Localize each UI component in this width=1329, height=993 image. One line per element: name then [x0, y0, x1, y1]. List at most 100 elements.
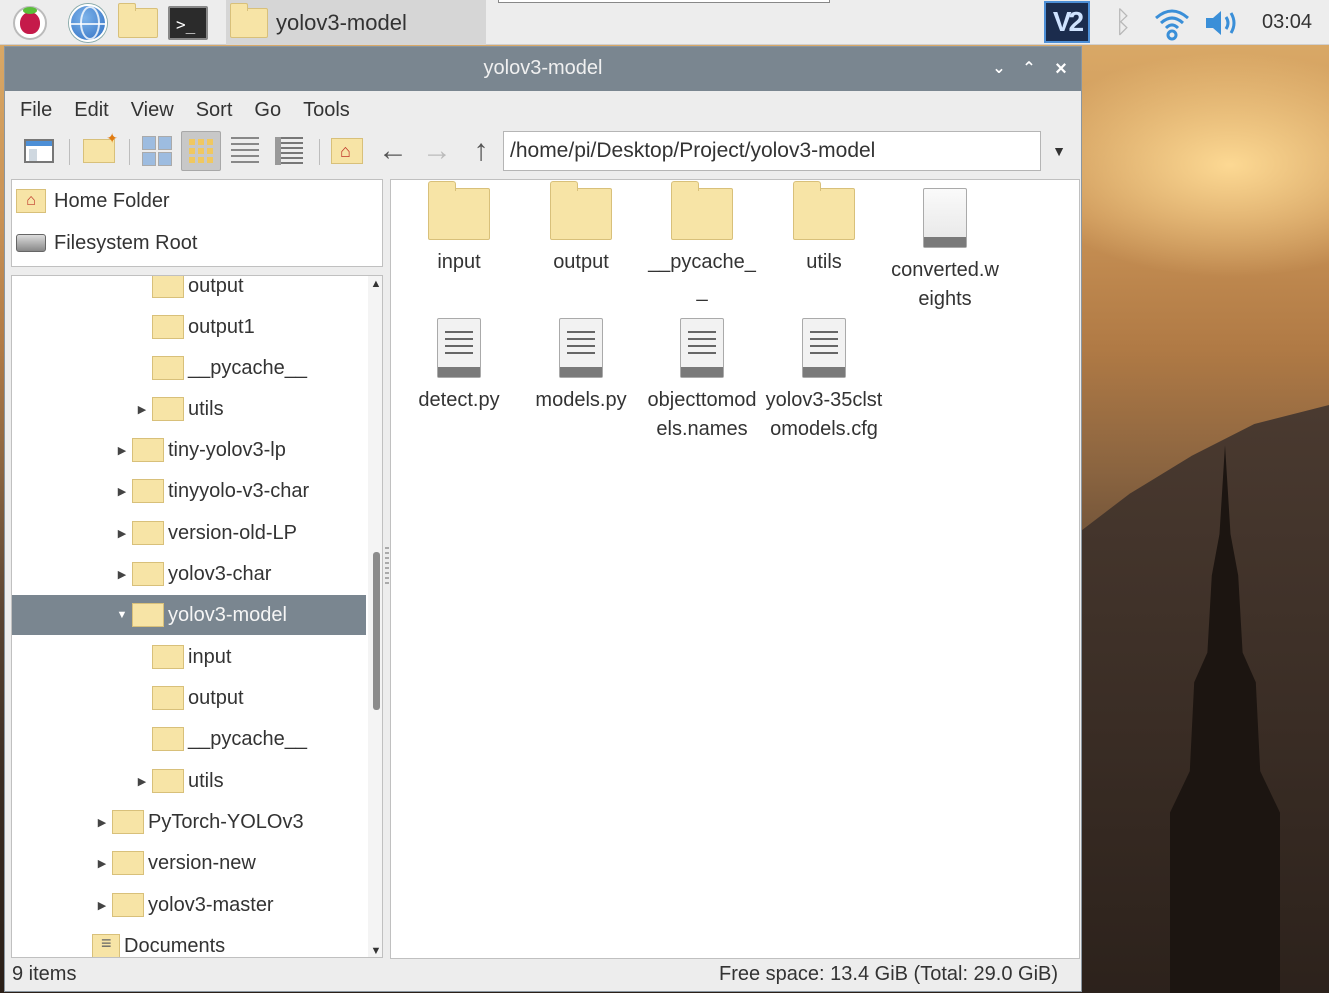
file-item-output[interactable]: output [522, 181, 640, 277]
file-view: input output __pycache__ utils converted… [390, 179, 1080, 959]
place-filesystem-root[interactable]: Filesystem Root [16, 224, 197, 262]
tree-item[interactable]: ▶ utils [12, 389, 366, 429]
expander-icon[interactable]: ▶ [114, 568, 130, 581]
wifi-icon[interactable] [1152, 4, 1192, 42]
icon-view-button[interactable] [181, 131, 221, 171]
path-input[interactable]: /home/pi/Desktop/Project/yolov3-model [503, 131, 1041, 171]
menu-tools[interactable]: Tools [303, 99, 350, 122]
compact-view-icon [231, 137, 259, 165]
tree-item[interactable]: ▶ yolov3-char [12, 554, 366, 594]
expander-icon[interactable]: ▶ [114, 527, 130, 540]
file-manager-window: yolov3-model ⌄ ⌃ × File Edit View Sort G… [4, 46, 1082, 992]
menu-file[interactable]: File [20, 99, 52, 122]
expander-icon[interactable]: ▶ [114, 444, 130, 457]
folder-icon [152, 356, 184, 380]
folder-icon [428, 181, 490, 240]
tree-item-label: tiny-yolov3-lp [168, 438, 286, 461]
file-item-pycache[interactable]: __pycache__ [643, 181, 761, 306]
clock[interactable]: 03:04 [1252, 0, 1322, 45]
expander-icon[interactable]: ▶ [134, 775, 150, 788]
file-name: objecttomodels.names [647, 389, 757, 440]
file-item-cfg[interactable]: yolov3-35clstomodels.cfg [765, 318, 883, 444]
place-home-folder[interactable]: ⌂ Home Folder [16, 182, 170, 220]
file-item-converted-weights[interactable]: converted.weights [886, 188, 1004, 314]
tree-item-label: tinyyolo-v3-char [168, 479, 310, 502]
volume-icon[interactable] [1202, 6, 1242, 40]
file-item-models-py[interactable]: models.py [522, 318, 640, 415]
tree-item[interactable]: input [12, 637, 366, 677]
file-item-utils[interactable]: utils [765, 181, 883, 277]
toolbar-separator [129, 139, 130, 165]
expander-icon[interactable]: ▶ [134, 403, 150, 416]
file-item-detect-py[interactable]: detect.py [400, 318, 518, 415]
tree-item[interactable]: __pycache__ [12, 719, 366, 759]
window-title: yolov3-model [483, 57, 603, 79]
up-button[interactable]: ↑ [461, 131, 501, 171]
folder-icon [230, 2, 268, 38]
tree-item-label: Documents [124, 934, 226, 957]
new-window-button[interactable] [19, 131, 59, 171]
folder-icon [671, 181, 733, 240]
expander-icon[interactable]: ▶ [94, 816, 110, 829]
chevron-down-icon[interactable]: ▼ [1045, 131, 1073, 171]
expander-icon[interactable]: ▼ [114, 609, 130, 621]
menu-sort[interactable]: Sort [196, 99, 233, 122]
tree-item[interactable]: ▶ version-old-LP [12, 513, 366, 553]
close-button[interactable]: × [1047, 55, 1075, 83]
tree-item-label: output [188, 275, 244, 297]
toolbar-separator [319, 139, 320, 165]
back-button[interactable]: ← [373, 131, 413, 171]
tree-item[interactable]: ▶ yolov3-master [12, 885, 366, 925]
detailed-list-view-button[interactable] [269, 131, 309, 171]
tree-item[interactable]: ▶ version-new [12, 843, 366, 883]
expander-icon[interactable]: ▶ [94, 857, 110, 870]
menu-edit[interactable]: Edit [74, 99, 108, 122]
tree-item-label: PyTorch-YOLOv3 [148, 810, 304, 833]
scroll-up-icon[interactable]: ▲ [368, 278, 382, 290]
tree-item-selected[interactable]: ▼ yolov3-model [12, 595, 366, 635]
folder-icon [550, 181, 612, 240]
web-browser-icon[interactable] [68, 4, 108, 42]
bluetooth-icon[interactable]: ᛒ [1108, 6, 1138, 40]
forward-button[interactable]: → [417, 131, 457, 171]
maximize-button[interactable]: ⌃ [1015, 55, 1043, 83]
tree-item[interactable]: Documents [12, 926, 366, 957]
folder-icon [132, 562, 164, 586]
file-manager-icon[interactable] [118, 3, 158, 42]
folder-icon [132, 603, 164, 627]
tree-item[interactable]: __pycache__ [12, 348, 366, 388]
thumbnail-view-icon [142, 136, 172, 166]
scroll-down-icon[interactable]: ▼ [368, 945, 382, 957]
home-button[interactable] [327, 131, 367, 171]
taskbar-window-button[interactable]: yolov3-model [226, 0, 486, 45]
scrollbar-thumb[interactable] [373, 552, 380, 710]
file-item-names[interactable]: objecttomodels.names [643, 318, 761, 444]
thumbnail-view-button[interactable] [137, 131, 177, 171]
folder-icon [132, 438, 164, 462]
expander-icon[interactable]: ▶ [114, 485, 130, 498]
window-titlebar[interactable]: yolov3-model ⌄ ⌃ × [5, 47, 1081, 91]
tree-item[interactable]: ▶ tiny-yolov3-lp [12, 430, 366, 470]
tree-item[interactable]: output [12, 678, 366, 718]
tree-item[interactable]: ▶ utils [12, 761, 366, 801]
new-folder-button[interactable] [79, 130, 119, 171]
minimize-button[interactable]: ⌄ [985, 55, 1013, 83]
pane-splitter[interactable] [385, 547, 389, 587]
vnc-icon[interactable]: V2 [1044, 1, 1090, 43]
tree-item[interactable]: ▶ PyTorch-YOLOv3 [12, 802, 366, 842]
expander-icon[interactable]: ▶ [94, 899, 110, 912]
tree-item[interactable]: output [12, 275, 366, 306]
compact-view-button[interactable] [225, 131, 265, 171]
file-item-input[interactable]: input [400, 181, 518, 277]
tree-item[interactable]: ▶ tinyyolo-v3-char [12, 471, 366, 511]
menu-view[interactable]: View [131, 99, 174, 122]
terminal-icon[interactable]: >_ [168, 4, 208, 42]
menu-go[interactable]: Go [254, 99, 281, 122]
tree-item[interactable]: output1 [12, 307, 366, 347]
folder-icon [152, 727, 184, 751]
raspberry-menu-icon[interactable] [10, 4, 50, 42]
folder-icon [152, 397, 184, 421]
tree-item-label: __pycache__ [188, 356, 307, 379]
tree-scrollbar[interactable]: ▲ ▼ [368, 276, 382, 957]
file-name: input [437, 251, 481, 273]
